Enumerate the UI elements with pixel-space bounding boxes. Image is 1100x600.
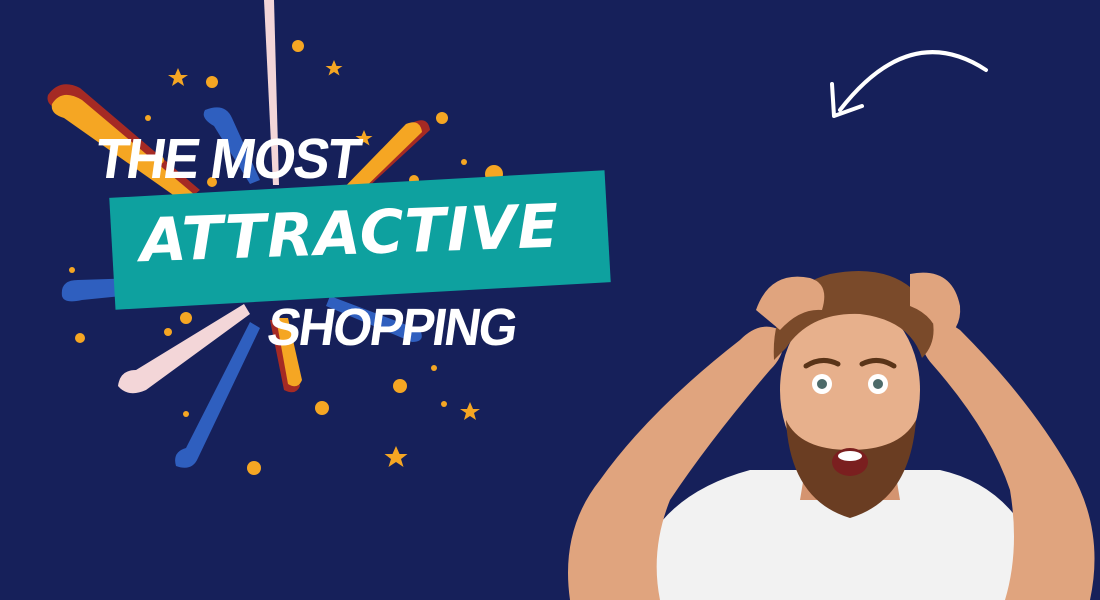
surprised-man-photo [568, 270, 1095, 600]
curved-arrow-icon [830, 50, 988, 118]
promo-banner: THE MOST ATTRACTIVE SHOPPING [0, 0, 1100, 600]
headline-line-1: THE MOST [91, 127, 364, 191]
headline-line-3: SHOPPING [263, 297, 521, 357]
